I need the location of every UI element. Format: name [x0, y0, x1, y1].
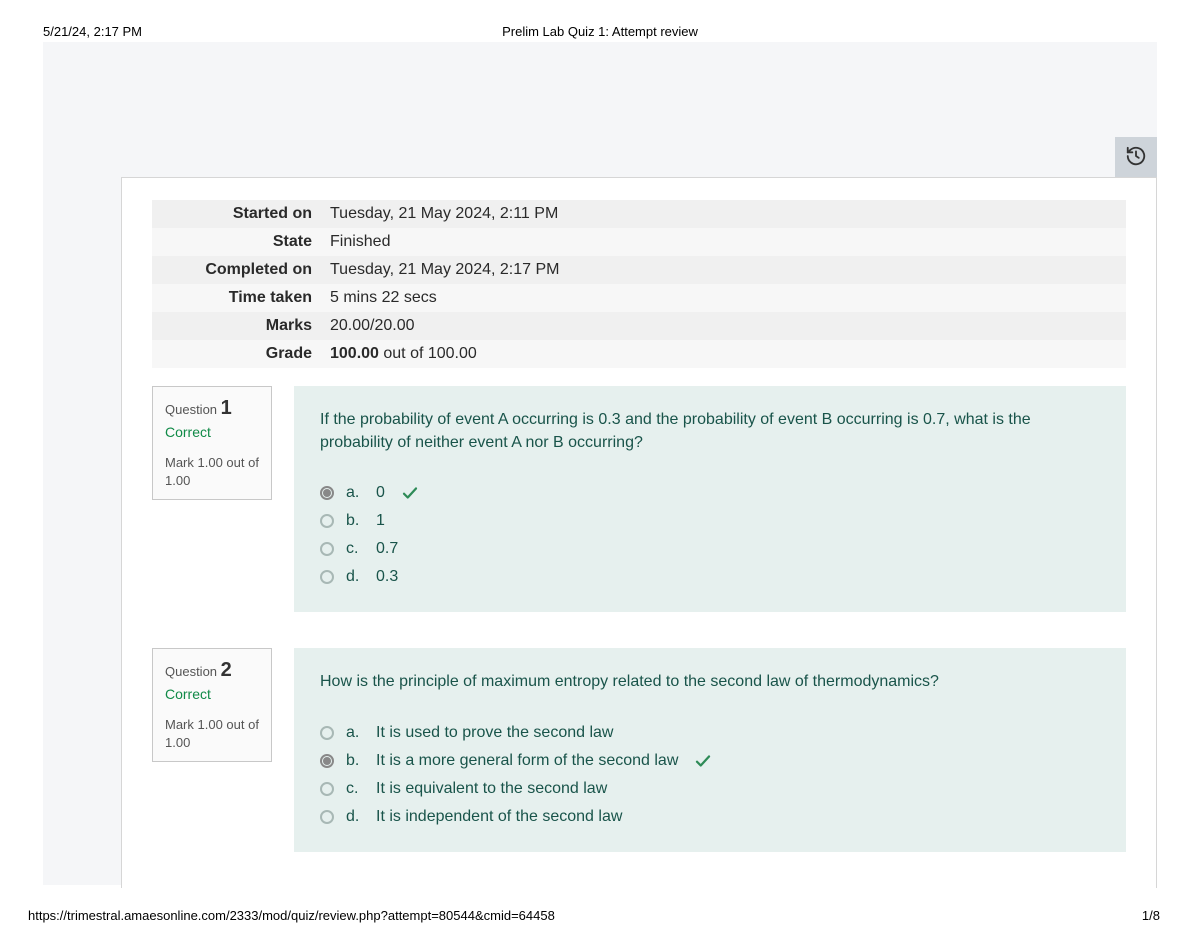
answer-letter: c. — [346, 780, 364, 798]
time-taken-label: Time taken — [152, 284, 322, 312]
answer-2c: c. It is equivalent to the second law — [320, 780, 1100, 798]
radio-icon[interactable] — [320, 782, 334, 796]
summary-row-time: Time taken 5 mins 22 secs — [152, 284, 1126, 312]
answer-letter: a. — [346, 484, 364, 502]
question-number: 1 — [221, 397, 232, 419]
answer-1a: a. 0 — [320, 484, 1100, 502]
summary-row-grade: Grade 100.00 out of 100.00 — [152, 340, 1126, 368]
completed-on-label: Completed on — [152, 256, 322, 284]
print-url: https://trimestral.amaesonline.com/2333/… — [28, 908, 555, 923]
question-mark: Mark 1.00 out of 1.00 — [165, 716, 259, 751]
answer-1c: c. 0.7 — [320, 540, 1100, 558]
answer-2d: d. It is independent of the second law — [320, 808, 1100, 826]
time-taken-value: 5 mins 22 secs — [322, 284, 1126, 312]
answer-text: 0.7 — [376, 540, 398, 558]
radio-icon[interactable] — [320, 542, 334, 556]
question-2-info: Question 2 Correct Mark 1.00 out of 1.00 — [152, 648, 272, 762]
state-value: Finished — [322, 228, 1126, 256]
question-mark: Mark 1.00 out of 1.00 — [165, 454, 259, 489]
question-label: Question — [165, 664, 217, 679]
summary-row-state: State Finished — [152, 228, 1126, 256]
question-1-answers: a. 0 b. 1 c. 0.7 — [320, 484, 1100, 586]
completed-on-value: Tuesday, 21 May 2024, 2:17 PM — [322, 256, 1126, 284]
answer-text: It is a more general form of the second … — [376, 752, 678, 770]
summary-row-marks: Marks 20.00/20.00 — [152, 312, 1126, 340]
answer-1b: b. 1 — [320, 512, 1100, 530]
print-title: Prelim Lab Quiz 1: Attempt review — [0, 24, 1200, 39]
question-1-info: Question 1 Correct Mark 1.00 out of 1.00 — [152, 386, 272, 500]
answer-letter: d. — [346, 568, 364, 586]
answer-text: 1 — [376, 512, 385, 530]
answer-2b: b. It is a more general form of the seco… — [320, 752, 1100, 770]
started-on-value: Tuesday, 21 May 2024, 2:11 PM — [322, 200, 1126, 228]
answer-text: It is used to prove the second law — [376, 724, 613, 742]
answer-letter: d. — [346, 808, 364, 826]
grade-value: 100.00 out of 100.00 — [322, 340, 1126, 368]
radio-icon[interactable] — [320, 514, 334, 528]
radio-icon[interactable] — [320, 810, 334, 824]
marks-value: 20.00/20.00 — [322, 312, 1126, 340]
answer-text: It is independent of the second law — [376, 808, 622, 826]
question-status: Correct — [165, 424, 259, 440]
page-background: Started on Tuesday, 21 May 2024, 2:11 PM… — [43, 42, 1157, 885]
question-2-block: Question 2 Correct Mark 1.00 out of 1.00… — [152, 648, 1126, 851]
answer-text: 0 — [376, 484, 385, 502]
summary-row-started: Started on Tuesday, 21 May 2024, 2:11 PM — [152, 200, 1126, 228]
radio-icon[interactable] — [320, 726, 334, 740]
history-icon — [1125, 145, 1147, 172]
summary-row-completed: Completed on Tuesday, 21 May 2024, 2:17 … — [152, 256, 1126, 284]
question-1-block: Question 1 Correct Mark 1.00 out of 1.00… — [152, 386, 1126, 612]
question-2-answers: a. It is used to prove the second law b.… — [320, 724, 1100, 826]
grade-label: Grade — [152, 340, 322, 368]
answer-letter: c. — [346, 540, 364, 558]
state-label: State — [152, 228, 322, 256]
marks-label: Marks — [152, 312, 322, 340]
answer-letter: a. — [346, 724, 364, 742]
radio-icon[interactable] — [320, 570, 334, 584]
radio-icon[interactable] — [320, 486, 334, 500]
history-button[interactable] — [1115, 137, 1157, 179]
question-2-body: How is the principle of maximum entropy … — [294, 648, 1126, 851]
check-icon — [401, 484, 419, 502]
started-on-label: Started on — [152, 200, 322, 228]
question-number: 2 — [221, 659, 232, 681]
answer-text: It is equivalent to the second law — [376, 780, 607, 798]
check-icon — [694, 752, 712, 770]
review-card: Started on Tuesday, 21 May 2024, 2:11 PM… — [121, 177, 1157, 888]
grade-value-rest: out of 100.00 — [379, 345, 477, 362]
grade-value-bold: 100.00 — [330, 345, 379, 362]
radio-icon[interactable] — [320, 754, 334, 768]
summary-table: Started on Tuesday, 21 May 2024, 2:11 PM… — [152, 200, 1126, 368]
question-1-text: If the probability of event A occurring … — [320, 408, 1100, 454]
answer-letter: b. — [346, 512, 364, 530]
question-1-body: If the probability of event A occurring … — [294, 386, 1126, 612]
question-2-text: How is the principle of maximum entropy … — [320, 670, 1100, 693]
answer-2a: a. It is used to prove the second law — [320, 724, 1100, 742]
answer-letter: b. — [346, 752, 364, 770]
answer-text: 0.3 — [376, 568, 398, 586]
answer-1d: d. 0.3 — [320, 568, 1100, 586]
question-status: Correct — [165, 686, 259, 702]
print-page: 1/8 — [1142, 908, 1160, 923]
question-label: Question — [165, 402, 217, 417]
